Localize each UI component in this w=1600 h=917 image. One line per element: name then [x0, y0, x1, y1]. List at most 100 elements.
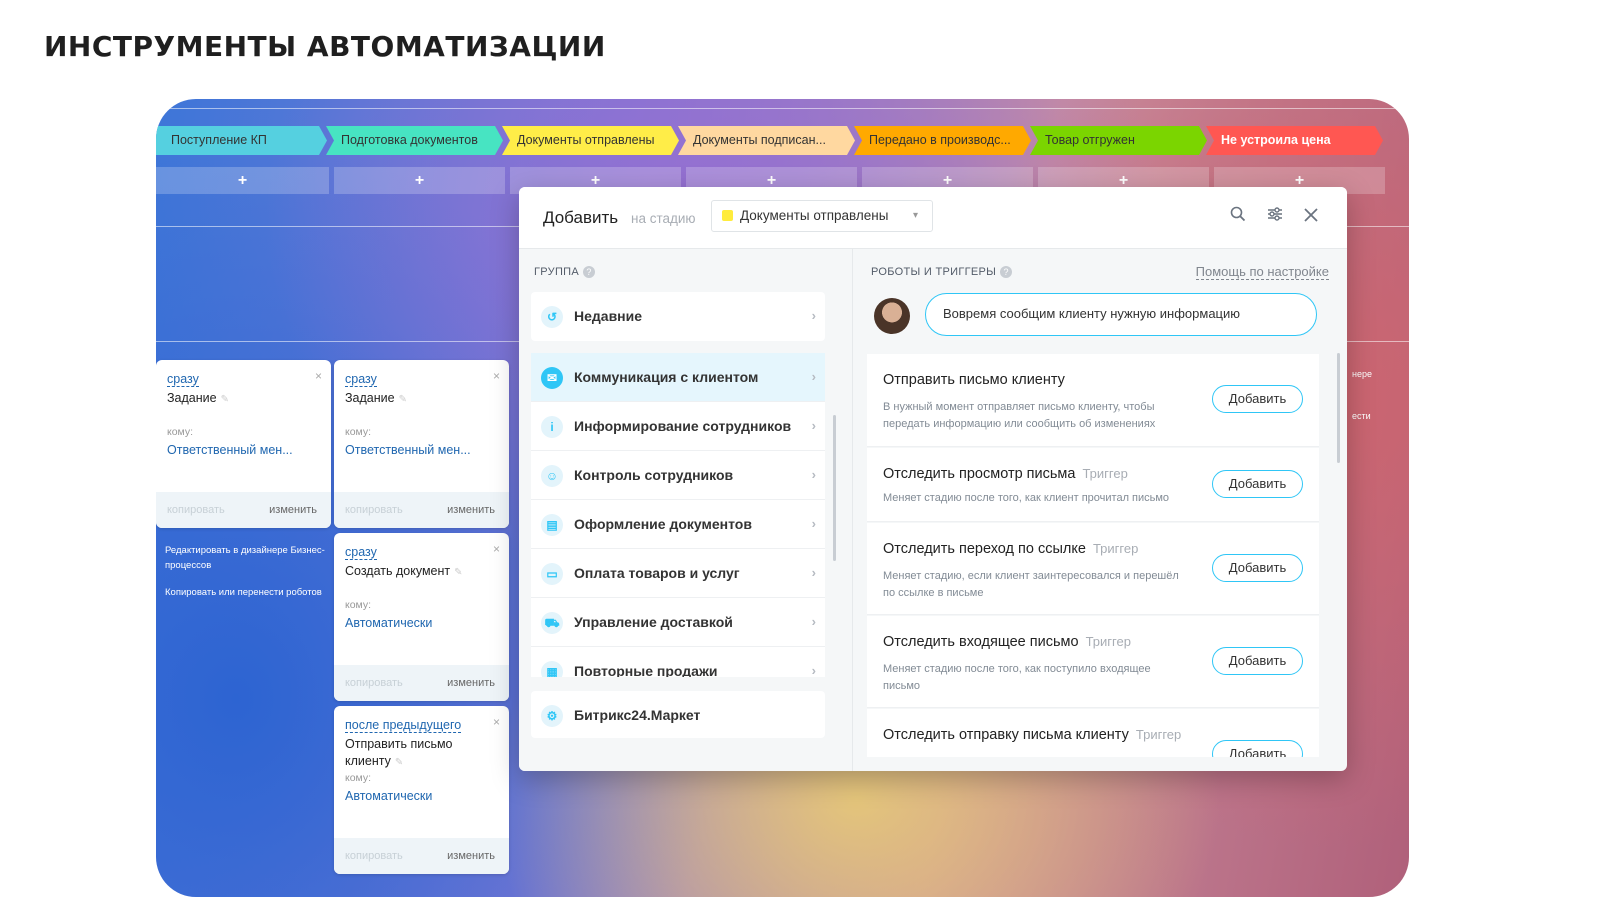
group-item-delivery[interactable]: ⛟ Управление доставкой › — [531, 598, 825, 647]
robot-title: Отследить входящее письмо Триггер — [883, 634, 1131, 650]
robot-item[interactable]: Отследить отправку письма клиенту Триггер… — [867, 709, 1319, 757]
robot-description: Меняет стадию после того, как поступило … — [883, 663, 1151, 692]
card-timing[interactable]: после предыдущего — [345, 718, 462, 733]
page-title: ИНСТРУМЕНТЫ АВТОМАТИЗАЦИИ — [44, 30, 606, 63]
robot-description: Меняет стадию, если клиент заинтересовал… — [883, 570, 1179, 599]
card-timing[interactable]: сразу — [345, 372, 377, 387]
group-item-communication[interactable]: ✉ Коммуникация с клиентом › — [531, 353, 825, 402]
group-item-recent[interactable]: ↺ Недавние › — [531, 292, 825, 341]
search-icon[interactable] — [1227, 206, 1249, 228]
edit-link[interactable]: изменить — [447, 677, 495, 689]
close-icon[interactable]: × — [493, 369, 500, 383]
robot-title: Отследить отправку письма клиенту Триггер — [883, 727, 1182, 743]
copy-link[interactable]: копировать — [345, 677, 403, 689]
info-icon: i — [541, 416, 563, 438]
copy-link[interactable]: копировать — [345, 504, 403, 516]
help-setup-link[interactable]: Помощь по настройке — [1195, 264, 1329, 280]
pencil-icon[interactable]: ✎ — [454, 567, 462, 578]
robot-card[interactable]: сразу × Задание ✎ кому: Ответственный мен… — [334, 360, 509, 528]
edit-in-designer-link[interactable]: Редактировать в дизайнере Бизнес-процесс… — [165, 543, 325, 573]
add-button[interactable]: Добавить — [1212, 470, 1303, 498]
robot-item[interactable]: Отследить переход по ссылке Триггер Меняе… — [867, 523, 1319, 615]
chevron-right-icon: › — [811, 663, 816, 677]
scrollbar[interactable] — [833, 415, 836, 561]
dialog-subtitle: на стадию — [631, 211, 696, 226]
card-to-label: кому: — [345, 772, 372, 784]
robot-card[interactable]: сразу × Задание ✎ кому: Ответственный мен… — [156, 360, 331, 528]
close-icon[interactable]: × — [493, 542, 500, 556]
robot-title: Отследить переход по ссылке Триггер — [883, 541, 1139, 557]
copy-move-robots-link[interactable]: Копировать или перенести роботов — [165, 585, 325, 600]
group-item-market[interactable]: ⚙ Битрикс24.Маркет — [531, 691, 825, 738]
add-button[interactable]: Добавить — [1212, 740, 1303, 757]
add-robot-button[interactable]: + — [156, 167, 329, 194]
robot-item[interactable]: Отследить просмотр письма Триггер Меняет … — [867, 448, 1319, 522]
robot-title: Отправить письмо клиенту — [883, 372, 1065, 388]
robot-item[interactable]: Отправить письмо клиенту В нужный момент… — [867, 354, 1319, 447]
card-footer: копировать изменить — [156, 492, 331, 528]
card-responsible[interactable]: Ответственный мен... — [345, 443, 495, 457]
document-icon: ▤ — [541, 514, 563, 536]
chevron-right-icon: › — [811, 614, 816, 629]
copy-link[interactable]: копировать — [167, 504, 225, 516]
close-icon[interactable]: × — [493, 715, 500, 729]
card-footer: копировать изменить — [334, 492, 509, 528]
stage-2[interactable]: Документы отправлены — [502, 126, 679, 155]
add-robot-dialog: Добавить на стадию Документы отправлены ▾… — [519, 187, 1347, 771]
card-name: Задание ✎ — [167, 391, 229, 405]
add-button[interactable]: Добавить — [1212, 385, 1303, 413]
robot-list: Отправить письмо клиенту В нужный момент… — [867, 354, 1319, 757]
stage-bar: Поступление КП Подготовка документов Док… — [156, 126, 1409, 155]
robot-title: Отследить просмотр письма Триггер — [883, 466, 1128, 482]
dialog-header: Добавить на стадию Документы отправлены ▾ — [519, 187, 1347, 249]
group-item-payment[interactable]: ▭ Оплата товаров и услуг › — [531, 549, 825, 598]
pencil-icon[interactable]: ✎ — [399, 394, 407, 405]
stage-4[interactable]: Передано в производс... — [854, 126, 1031, 155]
scrollbar[interactable] — [1337, 353, 1340, 463]
robot-card[interactable]: сразу × Создать документ ✎ кому: Автомати… — [334, 533, 509, 701]
robots-column: РОБОТЫ И ТРИГГЕРЫ? Помощь по настройке В… — [854, 249, 1347, 771]
robot-item[interactable]: Отследить входящее письмо Триггер Меняет … — [867, 616, 1319, 708]
robots-header: РОБОТЫ И ТРИГГЕРЫ? — [871, 266, 1013, 278]
group-item-documents[interactable]: ▤ Оформление документов › — [531, 500, 825, 549]
group-item-repeat-sales[interactable]: ▦ Повторные продажи › — [531, 647, 825, 677]
add-button[interactable]: Добавить — [1212, 647, 1303, 675]
copy-link[interactable]: копировать — [345, 850, 403, 862]
help-icon[interactable]: ? — [1000, 266, 1013, 278]
help-icon[interactable]: ? — [583, 266, 595, 278]
stage-0[interactable]: Поступление КП — [156, 126, 327, 155]
card-name: Задание ✎ — [345, 391, 407, 405]
close-icon[interactable]: × — [315, 369, 322, 383]
group-item-staff-control[interactable]: ☺ Контроль сотрудников › — [531, 451, 825, 500]
stage-5[interactable]: Товар отгружен — [1030, 126, 1207, 155]
pencil-icon[interactable]: ✎ — [221, 394, 229, 405]
pencil-icon[interactable]: ✎ — [395, 757, 403, 768]
card-responsible[interactable]: Автоматически — [345, 789, 495, 803]
stage-6[interactable]: Не устроила цена — [1206, 126, 1383, 155]
hint-bubble: Вовремя сообщим клиенту нужную информаци… — [925, 293, 1317, 336]
stage-3[interactable]: Документы подписан... — [678, 126, 855, 155]
add-robot-button[interactable]: + — [334, 167, 505, 194]
card-responsible[interactable]: Ответственный мен... — [167, 443, 317, 457]
card-to-label: кому: — [345, 426, 372, 438]
card-to-label: кому: — [345, 599, 372, 611]
register-icon: ▦ — [541, 661, 563, 677]
close-icon[interactable] — [1300, 206, 1322, 228]
card-to-label: кому: — [167, 426, 194, 438]
card-timing[interactable]: сразу — [345, 545, 377, 560]
edit-link[interactable]: изменить — [269, 504, 317, 516]
robot-description: Меняет стадию после того, как клиент про… — [883, 492, 1170, 504]
chevron-right-icon: › — [811, 418, 816, 433]
stage-1[interactable]: Подготовка документов — [326, 126, 503, 155]
add-button[interactable]: Добавить — [1212, 554, 1303, 582]
card-responsible[interactable]: Автоматически — [345, 616, 495, 630]
group-item-notify-staff[interactable]: i Информирование сотрудников › — [531, 402, 825, 451]
stage-color-swatch — [722, 210, 733, 221]
chevron-right-icon: › — [811, 565, 816, 580]
card-timing[interactable]: сразу — [167, 372, 199, 387]
edit-link[interactable]: изменить — [447, 504, 495, 516]
stage-select[interactable]: Документы отправлены ▾ — [711, 200, 933, 232]
filter-settings-icon[interactable] — [1264, 206, 1286, 228]
robot-card[interactable]: после предыдущего × Отправить письмо кли… — [334, 706, 509, 874]
edit-link[interactable]: изменить — [447, 850, 495, 862]
